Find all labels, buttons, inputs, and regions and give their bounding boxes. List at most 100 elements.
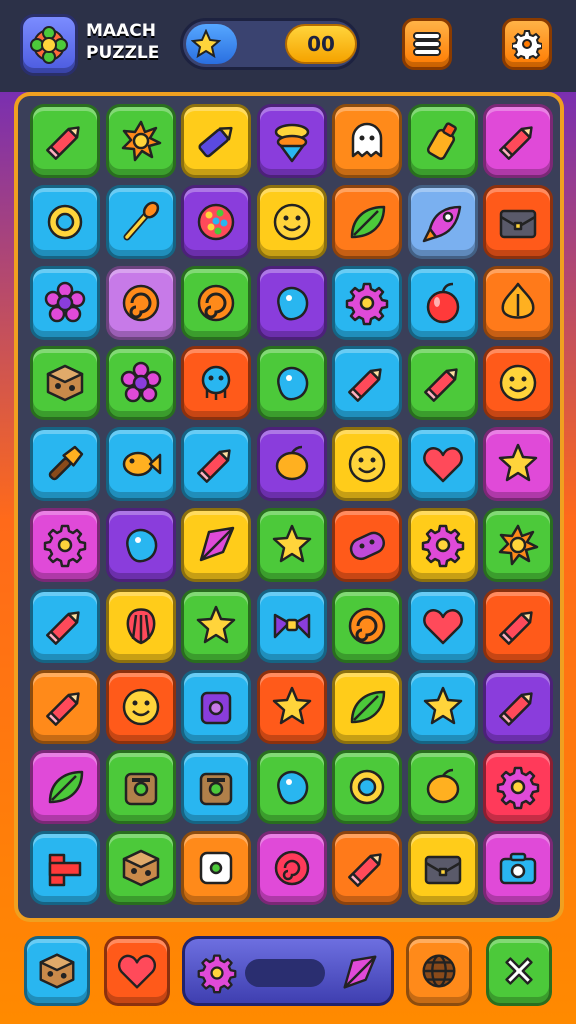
tile-smiley[interactable] (332, 427, 402, 502)
tile-berry[interactable] (181, 184, 251, 259)
booster-gear-icon (193, 949, 241, 997)
logo-flower-icon[interactable] (20, 14, 78, 76)
pencil-icon (499, 611, 533, 645)
tile-pencil[interactable] (181, 427, 251, 502)
tile-cherry[interactable] (407, 265, 478, 340)
tile-wand[interactable] (105, 184, 176, 259)
title-line2: PUZZLE (86, 43, 160, 63)
tile-onion[interactable] (483, 265, 553, 340)
cube-booster-button[interactable] (24, 936, 90, 1006)
tile-star[interactable] (407, 669, 478, 744)
berry-icon (197, 203, 235, 241)
tile-kite[interactable] (181, 508, 251, 582)
gear-icon (496, 767, 540, 810)
tile-pencil[interactable] (30, 588, 100, 663)
tile-swirl[interactable] (332, 588, 402, 663)
booster-track (245, 959, 325, 987)
tile-flower[interactable] (105, 346, 176, 421)
tile-capsule[interactable] (332, 508, 402, 582)
tile-bottle[interactable] (407, 104, 478, 178)
tile-pencil[interactable] (332, 346, 402, 421)
menu-button[interactable] (402, 18, 452, 70)
tile-gear[interactable] (332, 265, 402, 340)
tile-critter[interactable] (181, 346, 251, 421)
tile-gear[interactable] (407, 508, 478, 582)
tile-radio[interactable] (105, 750, 176, 825)
heart-button[interactable] (104, 936, 170, 1006)
tile-ring[interactable] (30, 184, 100, 259)
tile-camera[interactable] (483, 831, 553, 906)
tile-sun[interactable] (105, 104, 176, 178)
pencil-icon (197, 449, 231, 484)
tile-swirl[interactable] (105, 265, 176, 340)
tile-rose[interactable] (256, 831, 327, 906)
tile-heart[interactable] (407, 588, 478, 663)
close-button[interactable] (486, 936, 552, 1006)
capsule-icon (349, 531, 386, 561)
tile-brush[interactable] (30, 427, 100, 502)
tile-cube[interactable] (105, 831, 176, 906)
swirl-icon (348, 607, 386, 645)
tile-pencil[interactable] (483, 669, 553, 744)
wand-icon (123, 201, 159, 241)
tile-dice[interactable] (181, 831, 251, 906)
tile-leaf[interactable] (332, 184, 402, 259)
tile-leaf[interactable] (332, 669, 402, 744)
pencil-icon (46, 691, 80, 726)
kite-icon (199, 526, 235, 562)
tile-blob[interactable] (256, 750, 327, 825)
tile-pencil[interactable] (332, 831, 402, 906)
ring-icon (349, 770, 385, 805)
tile-flower[interactable] (30, 265, 100, 340)
tile-blob[interactable] (105, 508, 176, 582)
tile-bow[interactable] (256, 588, 327, 663)
tile-star[interactable] (256, 508, 327, 582)
globe-button[interactable] (406, 936, 472, 1006)
tile-rocket[interactable] (407, 184, 478, 259)
star-box-icon (189, 27, 223, 61)
shell-icon (126, 608, 155, 645)
tile-smiley[interactable] (256, 184, 327, 259)
tile-star[interactable] (181, 588, 251, 663)
tile-ghost[interactable] (332, 104, 402, 178)
tile-pencil[interactable] (483, 588, 553, 663)
smiley-icon (348, 445, 386, 483)
tile-ring[interactable] (332, 750, 402, 825)
tile-smiley[interactable] (105, 669, 176, 744)
tile-box[interactable] (181, 669, 251, 744)
tile-pencil[interactable] (30, 669, 100, 744)
blob-icon (276, 367, 308, 401)
tile-heart[interactable] (407, 427, 478, 502)
tile-cone[interactable] (256, 104, 327, 178)
tile-leaf[interactable] (30, 750, 100, 825)
tile-pencil[interactable] (407, 346, 478, 421)
smiley-icon (499, 365, 537, 402)
tile-lemon[interactable] (407, 750, 478, 825)
tile-pencil[interactable] (483, 104, 553, 178)
tile-pencil[interactable] (30, 104, 100, 178)
tile-smiley[interactable] (483, 346, 553, 421)
tile-cube[interactable] (30, 346, 100, 421)
leaf-icon (48, 771, 84, 804)
tile-block[interactable] (30, 831, 100, 906)
tile-radio[interactable] (181, 750, 251, 825)
settings-button[interactable] (502, 18, 552, 70)
tile-chest[interactable] (483, 184, 553, 259)
tile-fish[interactable] (105, 427, 176, 502)
booster-bar[interactable] (182, 936, 394, 1006)
tile-sun[interactable] (483, 508, 553, 582)
tile-lemon[interactable] (256, 427, 327, 502)
tile-swirl[interactable] (181, 265, 251, 340)
tile-gear[interactable] (483, 750, 553, 825)
tile-blob[interactable] (256, 346, 327, 421)
tile-blob[interactable] (256, 265, 327, 340)
gear-icon (43, 524, 87, 568)
tile-chest[interactable] (407, 831, 478, 906)
tile-crayon[interactable] (181, 104, 251, 178)
tile-star[interactable] (483, 427, 553, 502)
tile-shell[interactable] (105, 588, 176, 663)
tile-star[interactable] (256, 669, 327, 744)
fish-icon (122, 451, 161, 477)
tile-gear[interactable] (30, 508, 100, 582)
radio-icon (124, 773, 157, 806)
